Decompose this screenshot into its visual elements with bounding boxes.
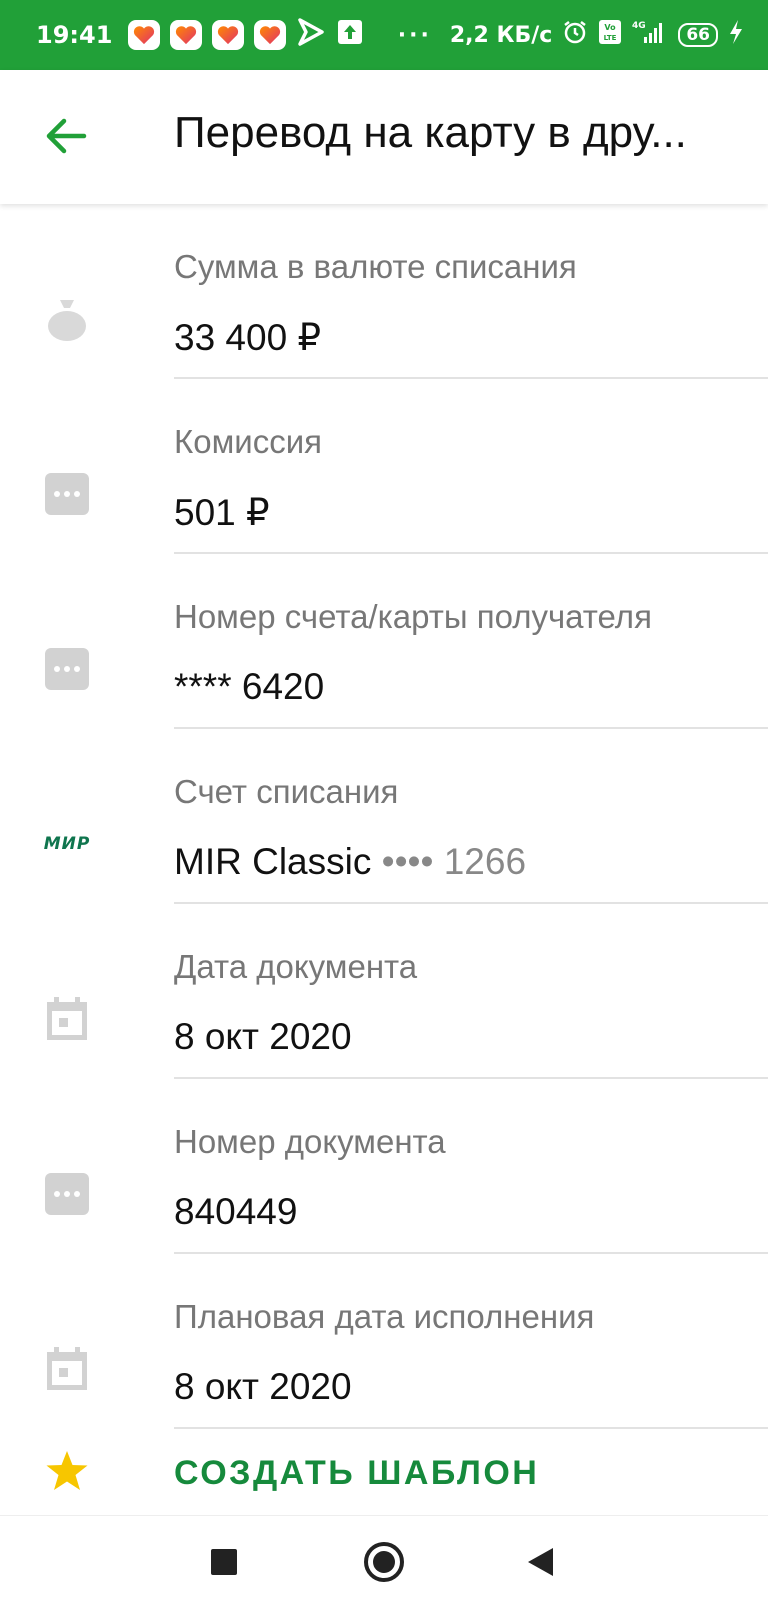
detail-row-document-number: Номер документа 840449	[0, 1079, 768, 1254]
dots-box	[45, 648, 89, 690]
system-nav-bar	[0, 1515, 768, 1608]
calendar-icon	[44, 996, 90, 1042]
detail-value: 501 ₽	[174, 492, 270, 533]
back-triangle-icon	[528, 1548, 553, 1576]
divider	[174, 1427, 768, 1429]
svg-text:LTE: LTE	[604, 34, 617, 42]
star-icon	[44, 1448, 90, 1494]
svg-text:Vo: Vo	[605, 23, 617, 32]
detail-label: Номер счета/карты получателя	[174, 598, 652, 635]
home-circle-icon	[364, 1542, 404, 1582]
detail-value: 8 окт 2020	[174, 1366, 352, 1407]
status-time: 19:41	[36, 21, 113, 49]
recents-button[interactable]	[200, 1538, 248, 1586]
detail-row-document-date: Дата документа 8 окт 2020	[0, 904, 768, 1079]
back-button[interactable]	[36, 106, 96, 166]
dots-icon	[44, 646, 90, 692]
detail-value: 33 400 ₽	[174, 317, 321, 358]
heart-app-icon	[254, 20, 287, 50]
arrow-back-icon	[46, 118, 87, 154]
dots-box	[45, 1173, 89, 1215]
detail-value: **** 6420	[174, 666, 325, 707]
detail-value: MIR Classic •••• 1266	[174, 841, 526, 883]
signal-4g-icon: 4G	[632, 19, 668, 51]
detail-value: 8 окт 2020	[174, 1016, 352, 1057]
play-arrow-icon	[296, 17, 326, 53]
back-nav-button[interactable]	[516, 1538, 564, 1586]
status-right: ··· 2,2 КБ/с Vo LTE 4G 66	[398, 19, 744, 51]
notification-icons	[128, 17, 364, 53]
page-title: Перевод на карту в дру...	[174, 108, 687, 157]
detail-row-recipient: Номер счета/карты получателя **** 6420	[0, 554, 768, 729]
heart-app-icon	[170, 20, 203, 50]
home-button[interactable]	[360, 1538, 408, 1586]
card-last-digits: •••• 1266	[371, 841, 527, 882]
charging-icon	[728, 19, 744, 51]
more-notifications-icon: ···	[397, 22, 432, 48]
dots-box	[45, 473, 89, 515]
mir-logo-icon: МИР	[44, 821, 90, 867]
detail-row-commission: Комиссия 501 ₽	[0, 379, 768, 554]
create-template-row[interactable]: СОЗДАТЬ ШАБЛОН	[0, 1434, 768, 1514]
heart-app-icon	[212, 20, 245, 50]
calendar-icon	[44, 1346, 90, 1392]
status-bar: 19:41 ··· 2,2 КБ/с Vo LTE 4G 66	[0, 0, 768, 70]
detail-label: Комиссия	[174, 423, 323, 460]
upload-icon	[336, 18, 364, 52]
detail-label: Счет списания	[174, 773, 399, 810]
detail-value: 840449	[174, 1191, 298, 1232]
volte-icon: Vo LTE	[598, 19, 622, 51]
detail-row-amount: Сумма в валюте списания 33 400 ₽	[0, 204, 768, 379]
detail-label: Номер документа	[174, 1123, 446, 1160]
recents-square-icon	[211, 1549, 237, 1575]
mir-logo-text: МИР	[43, 834, 91, 854]
svg-text:4G: 4G	[632, 21, 646, 31]
dots-icon	[44, 1171, 90, 1217]
heart-app-icon	[128, 20, 161, 50]
network-speed: 2,2 КБ/с	[449, 22, 553, 48]
battery-icon: 66	[678, 23, 718, 47]
create-template-button[interactable]: СОЗДАТЬ ШАБЛОН	[174, 1454, 539, 1493]
card-name: MIR Classic	[174, 841, 372, 882]
detail-label: Дата документа	[174, 948, 418, 985]
details-list: Сумма в валюте списания 33 400 ₽ Комисси…	[0, 204, 768, 1429]
detail-label: Плановая дата исполнения	[174, 1298, 595, 1335]
detail-label: Сумма в валюте списания	[174, 248, 577, 285]
detail-row-source-account: МИР Счет списания MIR Classic •••• 1266	[0, 729, 768, 904]
money-bag-icon	[44, 296, 90, 342]
detail-row-planned-date: Плановая дата исполнения 8 окт 2020	[0, 1254, 768, 1429]
alarm-icon	[562, 19, 588, 51]
battery-level: 66	[686, 25, 710, 45]
dots-icon	[44, 471, 90, 517]
app-bar: Перевод на карту в дру...	[0, 70, 768, 204]
